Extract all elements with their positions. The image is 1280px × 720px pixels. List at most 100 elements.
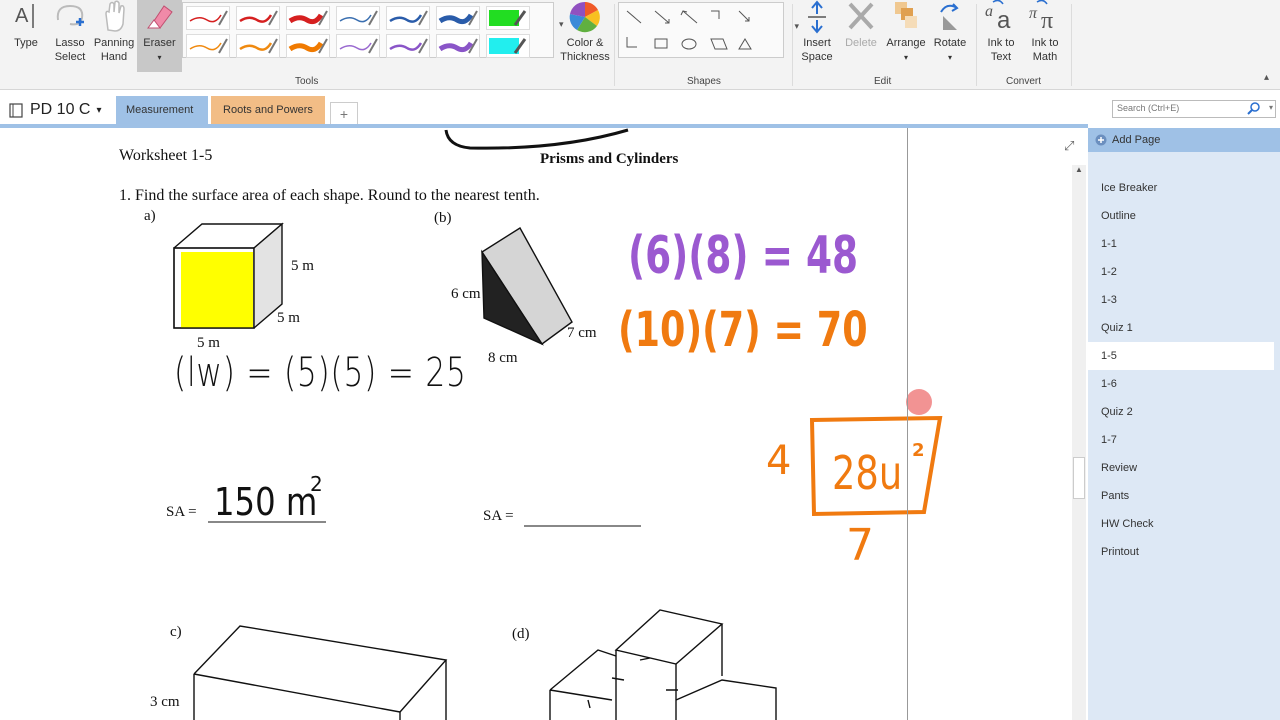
yellow-highlight <box>181 252 253 328</box>
orange-answer-box <box>809 415 943 517</box>
page-canvas[interactable]: Worksheet 1-5 Prisms and Cylinders 1. Fi… <box>0 128 1088 720</box>
tab-roots-and-powers[interactable]: Roots and Powers <box>211 96 325 124</box>
notebook-name: PD 10 C <box>30 101 91 118</box>
pan-label-2: Hand <box>100 51 128 63</box>
page-item-1-3[interactable]: 1-3 <box>1088 286 1280 314</box>
group-separator <box>792 4 793 86</box>
delete-x-icon <box>848 2 874 30</box>
notebook-icon <box>9 103 23 118</box>
type-button[interactable]: A Type <box>6 0 46 50</box>
chevron-down-icon: ▾ <box>947 53 952 62</box>
arrange-button[interactable]: Arrange ▾ <box>884 0 928 65</box>
question-text: 1. Find the surface area of each shape. … <box>119 187 540 204</box>
add-section-button[interactable]: + <box>330 102 358 126</box>
ellipse-shape-icon <box>681 38 697 50</box>
panning-hand-button[interactable]: Panning Hand <box>92 0 136 64</box>
pen-icon <box>438 38 478 54</box>
chevron-down-icon: ▾ <box>96 104 102 116</box>
pen-swatch[interactable] <box>186 6 230 30</box>
svg-text:a: a <box>985 3 993 20</box>
rotate-button[interactable]: Rotate ▾ <box>930 0 970 65</box>
hand-icon <box>105 0 125 32</box>
scroll-up-arrow-icon[interactable]: ▲ <box>1072 165 1086 174</box>
group-separator <box>976 4 977 86</box>
prism-dim-7cm: 7 cm <box>567 325 597 341</box>
vertical-scrollbar[interactable]: ▲ <box>1072 165 1086 720</box>
pen-icon <box>438 10 478 26</box>
rectangle-shape-icon <box>654 38 668 49</box>
pen-swatch[interactable] <box>286 6 330 30</box>
composite-figure-d <box>549 609 777 720</box>
notebook-selector[interactable]: PD 10 C ▾ <box>8 101 102 119</box>
page-item-printout[interactable]: Printout <box>1088 538 1280 566</box>
search-icon[interactable] <box>1247 102 1261 116</box>
chevron-down-icon[interactable]: ▾ <box>1269 103 1273 112</box>
tab-measurement[interactable]: Measurement <box>116 96 208 124</box>
page-item-outline[interactable]: Outline <box>1088 202 1280 230</box>
page-item-hw-check[interactable]: HW Check <box>1088 510 1280 538</box>
svg-text:A: A <box>15 5 29 27</box>
pen-swatch[interactable] <box>486 6 530 30</box>
color-thickness-button[interactable]: Color & Thickness <box>560 0 610 64</box>
arrange-label: Arrange <box>886 37 926 49</box>
box-figure-c <box>193 625 448 720</box>
eraser-button[interactable]: Eraser ▾ <box>137 0 182 72</box>
page-item-1-7[interactable]: 1-7 <box>1088 426 1280 454</box>
pen-swatch[interactable] <box>336 34 380 58</box>
box-dim-3cm: 3 cm <box>150 694 180 710</box>
lasso-icon <box>56 4 84 26</box>
angle-shape-icon <box>626 37 637 48</box>
pen-swatch[interactable] <box>236 34 280 58</box>
chevron-down-icon: ▾ <box>903 53 908 62</box>
pen-icon <box>339 38 378 54</box>
sa-label-a: SA = <box>166 504 197 520</box>
add-page-button[interactable]: Add Page <box>1088 128 1280 152</box>
ink-math-label-2: Math <box>1032 51 1058 63</box>
page-item-1-6[interactable]: 1-6 <box>1088 370 1280 398</box>
lasso-select-button[interactable]: Lasso Select <box>50 0 90 64</box>
page-item-ice-breaker[interactable]: Ice Breaker <box>1088 174 1280 202</box>
scroll-thumb[interactable] <box>1073 457 1085 499</box>
page-item-1-1[interactable]: 1-1 <box>1088 230 1280 258</box>
page-item-quiz-2[interactable]: Quiz 2 <box>1088 398 1280 426</box>
collapse-ribbon-button[interactable]: ▴ <box>1264 72 1269 83</box>
chevron-down-icon: ▾ <box>157 53 162 62</box>
page-item-1-2[interactable]: 1-2 <box>1088 258 1280 286</box>
pen-swatch[interactable] <box>486 34 530 58</box>
label-c: c) <box>170 624 182 640</box>
page-list: Ice Breaker Outline 1-1 1-2 1-3 Quiz 1 1-5 1-6 Q… <box>1088 174 1280 566</box>
ink-to-math-icon: ππ <box>1029 0 1053 34</box>
pen-swatch[interactable] <box>186 34 230 58</box>
cube-dim-depth: 5 m <box>277 310 300 326</box>
pen-icon <box>389 38 428 54</box>
page-item-quiz-1[interactable]: Quiz 1 <box>1088 314 1280 342</box>
pen-swatch[interactable] <box>386 34 430 58</box>
delete-button[interactable]: Delete <box>842 0 880 50</box>
pen-swatch[interactable] <box>386 6 430 30</box>
ink-to-math-button[interactable]: ππ Ink to Math <box>1024 0 1066 64</box>
ink-to-text-button[interactable]: aa Ink to Text <box>980 0 1022 64</box>
pen-swatch[interactable] <box>336 6 380 30</box>
svg-text:π: π <box>1041 8 1053 34</box>
pen-swatch[interactable] <box>436 6 480 30</box>
page-item-review[interactable]: Review <box>1088 454 1280 482</box>
shapes-gallery: ▾ <box>618 2 799 58</box>
triangular-prism-figure <box>481 227 573 346</box>
pen-swatch[interactable] <box>436 34 480 58</box>
pen-icon <box>389 10 428 26</box>
highlighter-icon <box>489 38 527 54</box>
insert-space-button[interactable]: Insert Space <box>796 0 838 64</box>
eraser-label: Eraser <box>143 37 176 49</box>
rotate-label: Rotate <box>933 37 967 49</box>
pen-swatch[interactable] <box>236 6 280 30</box>
page-item-1-5[interactable]: 1-5 <box>1088 342 1274 370</box>
search-input[interactable]: Search (Ctrl+E) ▾ <box>1112 100 1276 118</box>
pen-icon <box>239 10 278 26</box>
page-item-pants[interactable]: Pants <box>1088 482 1280 510</box>
color-label-2: Thickness <box>560 51 610 63</box>
pen-swatch[interactable] <box>286 34 330 58</box>
page-margin-line <box>907 128 908 720</box>
type-label: Type <box>14 37 38 49</box>
worksheet-drawings <box>173 128 943 720</box>
expand-page-icon[interactable]: ⤢ <box>1064 138 1074 154</box>
